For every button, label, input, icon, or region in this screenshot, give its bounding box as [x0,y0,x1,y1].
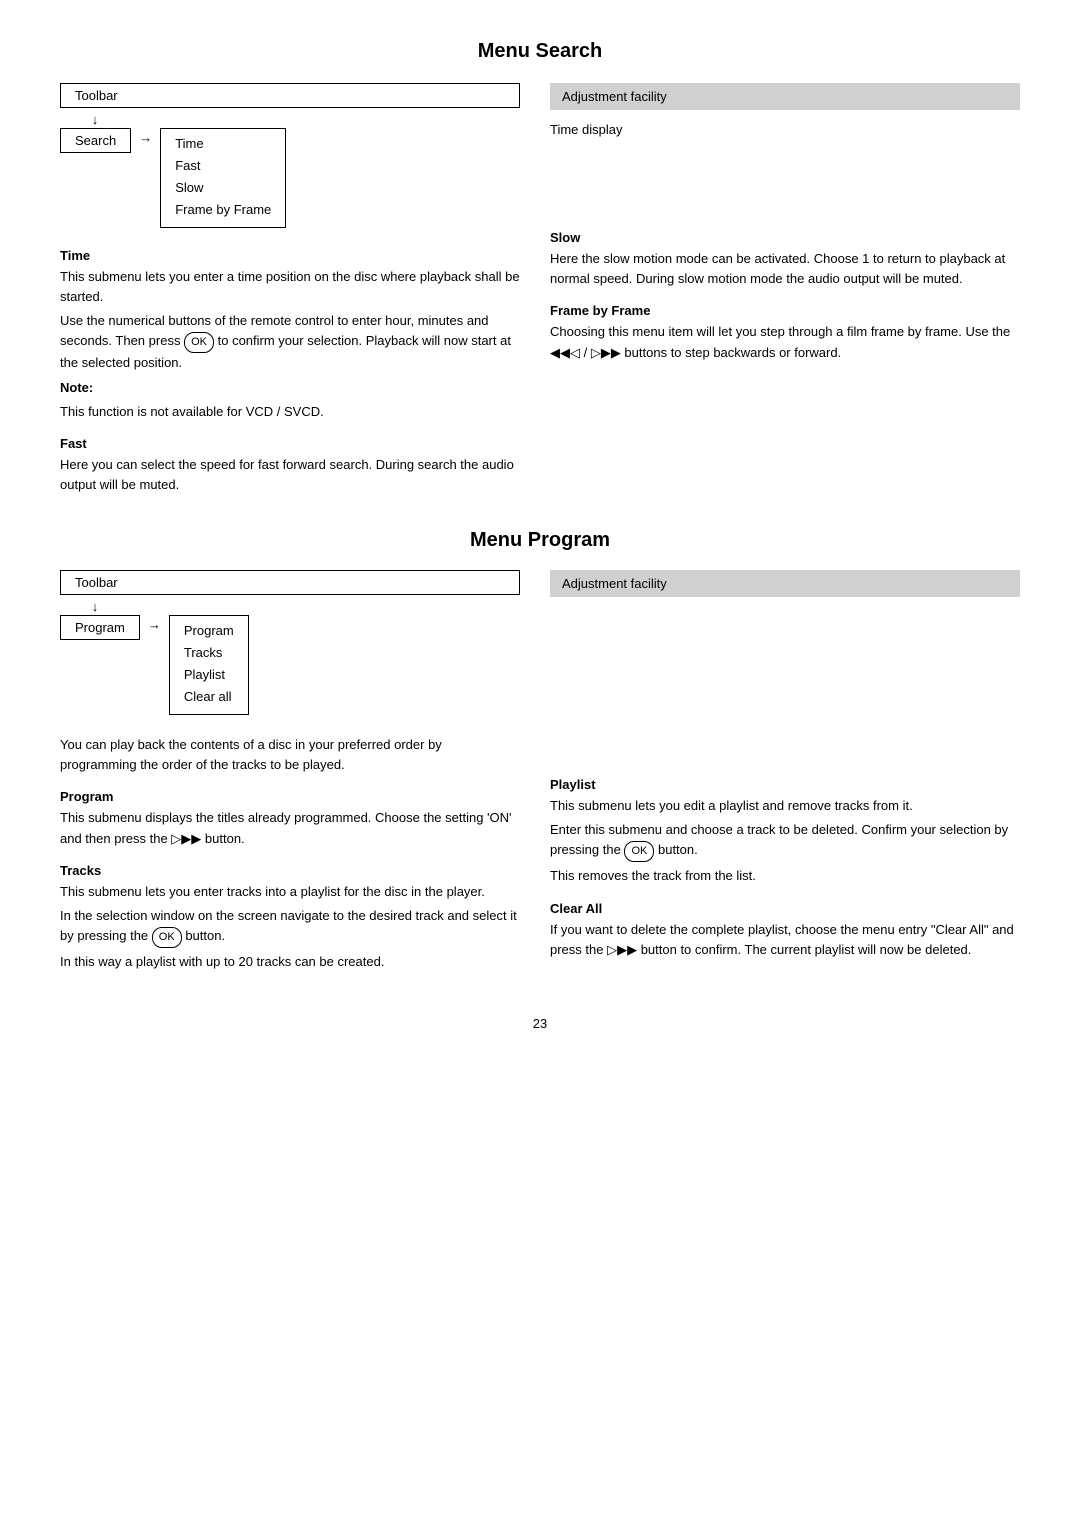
search-right-col: Adjustment facility Time display Slow He… [550,83,1020,499]
slow-title: Slow [550,230,1020,245]
list-item: Playlist [184,664,234,686]
fast-title: Fast [60,436,520,451]
search-box: Search [60,128,131,153]
clear-all-body: If you want to delete the complete playl… [550,920,1020,960]
playlist-body4: This removes the track from the list. [550,866,1020,886]
adjustment-bar-program: Adjustment facility [550,570,1020,597]
time-title: Time [60,248,520,263]
menu-program-section: Toolbar ↓ Program → Program Tracks Playl… [60,570,1020,976]
note-label: Note: [60,380,93,395]
arrow-right-search: → [131,128,160,145]
menu-search-title: Menu Search [60,40,1020,63]
list-item: Fast [175,155,271,177]
slow-section: Slow Here the slow motion mode can be ac… [550,230,1020,289]
tracks-body: This submenu lets you enter tracks into … [60,882,520,902]
program-menu-row: Program → Program Tracks Playlist Clear … [60,615,520,715]
time-note-body: This function is not available for VCD /… [60,402,520,422]
list-item: Frame by Frame [175,199,271,221]
time-body2: Use the numerical buttons of the remote … [60,311,520,373]
program-box: Program [60,615,140,640]
search-menu-items: Time Fast Slow Frame by Frame [160,128,286,228]
arrow-down-program: ↓ [60,599,130,615]
menu-program-title: Menu Program [60,529,1020,552]
ok-button-playlist: OK [624,841,654,862]
ok-button-tracks: OK [152,927,182,948]
tracks-title: Tracks [60,863,520,878]
frame-by-frame-title: Frame by Frame [550,303,1020,318]
time-display-label: Time display [550,120,1020,140]
fast-section: Fast Here you can select the speed for f… [60,436,520,495]
adjustment-bar-search: Adjustment facility [550,83,1020,110]
list-item: Clear all [184,686,234,708]
toolbar-box: Toolbar [60,83,520,108]
list-item: Tracks [184,642,234,664]
search-menu-row: Search → Time Fast Slow Frame by Frame [60,128,520,228]
playlist-body: This submenu lets you edit a playlist an… [550,796,1020,816]
search-diagram-col: Toolbar ↓ Search → Time Fast Slow Frame … [60,83,520,499]
program-right-col: Adjustment facility Playlist This submen… [550,570,1020,976]
tracks-body4: In this way a playlist with up to 20 tra… [60,952,520,972]
program-intro: You can play back the contents of a disc… [60,735,520,775]
program-menu-items: Program Tracks Playlist Clear all [169,615,249,715]
clear-all-title: Clear All [550,901,1020,916]
list-item: Slow [175,177,271,199]
ok-button-time: OK [184,332,214,353]
playlist-body2: Enter this submenu and choose a track to… [550,820,1020,862]
time-section: Time This submenu lets you enter a time … [60,248,520,422]
playlist-body3-text: button. [658,842,698,857]
list-item: Program [184,620,234,642]
program-diagram: Toolbar ↓ Program → Program Tracks Playl… [60,570,520,715]
search-diagram: Toolbar ↓ Search → Time Fast Slow Frame … [60,83,520,228]
tracks-body2-text: In the selection window on the screen na… [60,908,517,943]
time-body: This submenu lets you enter a time posit… [60,267,520,307]
frame-by-frame-section: Frame by Frame Choosing this menu item w… [550,303,1020,362]
program-sub-body: This submenu displays the titles already… [60,808,520,848]
arrow-right-program: → [140,615,169,632]
playlist-section: Playlist This submenu lets you edit a pl… [550,777,1020,886]
time-note: Note: [60,378,520,398]
tracks-body2: In the selection window on the screen na… [60,906,520,948]
program-diagram-col: Toolbar ↓ Program → Program Tracks Playl… [60,570,520,976]
list-item: Time [175,133,271,155]
playlist-body2-text: Enter this submenu and choose a track to… [550,822,1008,857]
page-number: 23 [60,1016,1020,1031]
playlist-title: Playlist [550,777,1020,792]
tracks-section: Tracks This submenu lets you enter track… [60,863,520,972]
clear-all-section: Clear All If you want to delete the comp… [550,901,1020,960]
toolbar-box-program: Toolbar [60,570,520,595]
slow-body: Here the slow motion mode can be activat… [550,249,1020,289]
menu-search-section: Toolbar ↓ Search → Time Fast Slow Frame … [60,83,1020,499]
program-subsection: Program This submenu displays the titles… [60,789,520,848]
fast-body: Here you can select the speed for fast f… [60,455,520,495]
tracks-body3-text: button. [185,928,225,943]
frame-by-frame-body: Choosing this menu item will let you ste… [550,322,1020,362]
program-sub-title: Program [60,789,520,804]
arrow-down-search: ↓ [60,112,130,128]
